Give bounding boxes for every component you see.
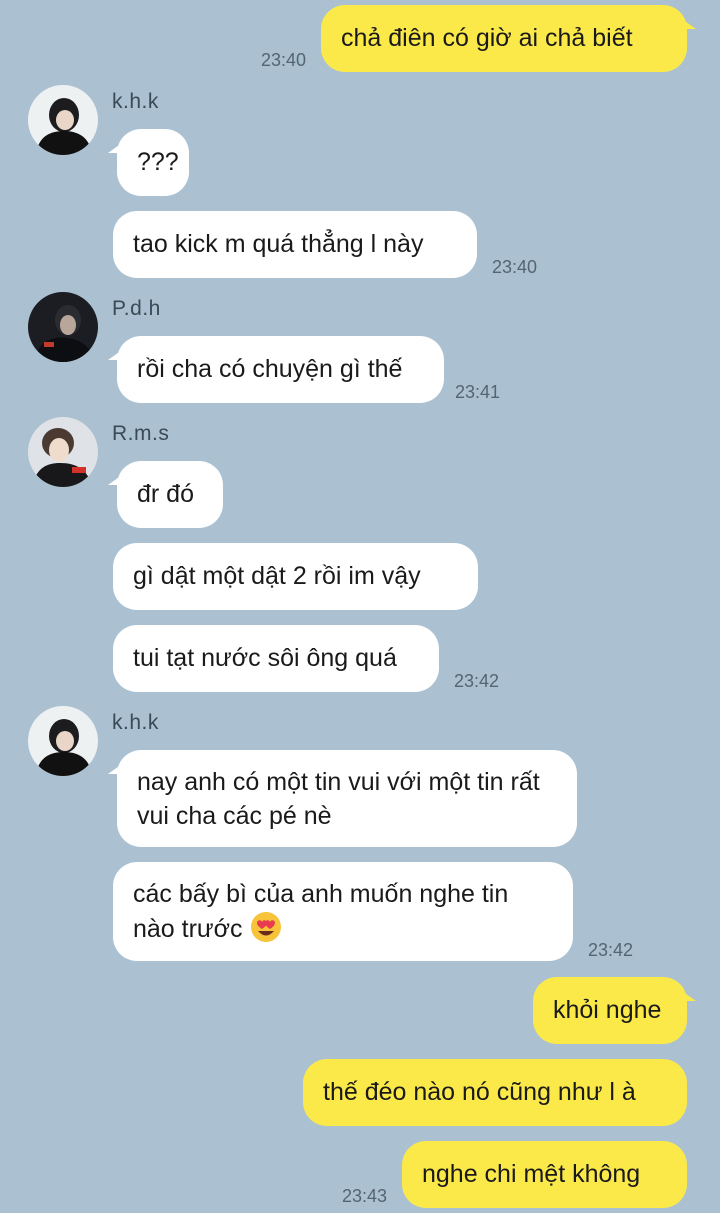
- message-text: các bấy bì của anh muốn nghe tin nào trư…: [133, 880, 509, 943]
- profile-photo-khk: [28, 85, 98, 155]
- message-text: nay anh có một tin vui với một tin rất v…: [137, 768, 540, 830]
- profile-photo-pdh: [28, 292, 98, 362]
- sender-name: P.d.h: [112, 297, 161, 320]
- message-bubble[interactable]: nay anh có một tin vui với một tin rất v…: [108, 750, 577, 847]
- message-timestamp: 23:42: [454, 671, 500, 691]
- message-bubble[interactable]: tui tạt nước sôi ông quá: [113, 625, 439, 692]
- avatar[interactable]: [28, 85, 98, 155]
- message-timestamp: 23:43: [342, 1186, 388, 1206]
- sender-name: R.m.s: [112, 422, 170, 445]
- sender-name: k.h.k: [112, 90, 159, 113]
- message-text: tao kick m quá thẳng l này: [133, 230, 424, 258]
- message-bubble[interactable]: gì dật một dật 2 rồi im vậy: [113, 543, 478, 610]
- message-text: nghe chi mệt không: [422, 1160, 641, 1188]
- heart-eyes-emoji-icon: [250, 912, 281, 942]
- message-timestamp: 23:41: [455, 382, 501, 402]
- avatar[interactable]: [28, 417, 98, 487]
- message-text: đr đó: [137, 480, 194, 508]
- message-text: rồi cha có chuyện gì thế: [137, 355, 403, 383]
- my-message-bubble[interactable]: chả điên có giờ ai chả biết: [321, 5, 696, 72]
- my-message-bubble[interactable]: thế đéo nào nó cũng như l à: [303, 1059, 687, 1126]
- profile-photo-khk: [28, 706, 98, 776]
- sender-name: k.h.k: [112, 711, 159, 734]
- message-timestamp: 23:40: [261, 50, 307, 70]
- profile-photo-rms: [28, 417, 98, 487]
- message-bubble[interactable]: đr đó: [108, 461, 223, 528]
- message-timestamp: 23:42: [588, 940, 634, 960]
- my-message-bubble[interactable]: khỏi nghe: [533, 977, 696, 1044]
- message-text: tui tạt nước sôi ông quá: [133, 644, 397, 672]
- message-bubble[interactable]: các bấy bì của anh muốn nghe tin nào trư…: [113, 862, 573, 961]
- message-bubble[interactable]: ???: [108, 129, 189, 196]
- message-text: khỏi nghe: [553, 996, 662, 1024]
- avatar[interactable]: [28, 706, 98, 776]
- message-bubble[interactable]: tao kick m quá thẳng l này: [113, 211, 477, 278]
- message-bubble[interactable]: rồi cha có chuyện gì thế: [108, 336, 444, 403]
- message-text: chả điên có giờ ai chả biết: [341, 24, 633, 52]
- message-text: gì dật một dật 2 rồi im vậy: [133, 562, 421, 590]
- avatar[interactable]: [28, 292, 98, 362]
- my-message-bubble[interactable]: nghe chi mệt không: [402, 1141, 687, 1208]
- message-text: ???: [137, 148, 179, 176]
- message-text: thế đéo nào nó cũng như l à: [323, 1078, 636, 1106]
- message-timestamp: 23:40: [492, 257, 538, 277]
